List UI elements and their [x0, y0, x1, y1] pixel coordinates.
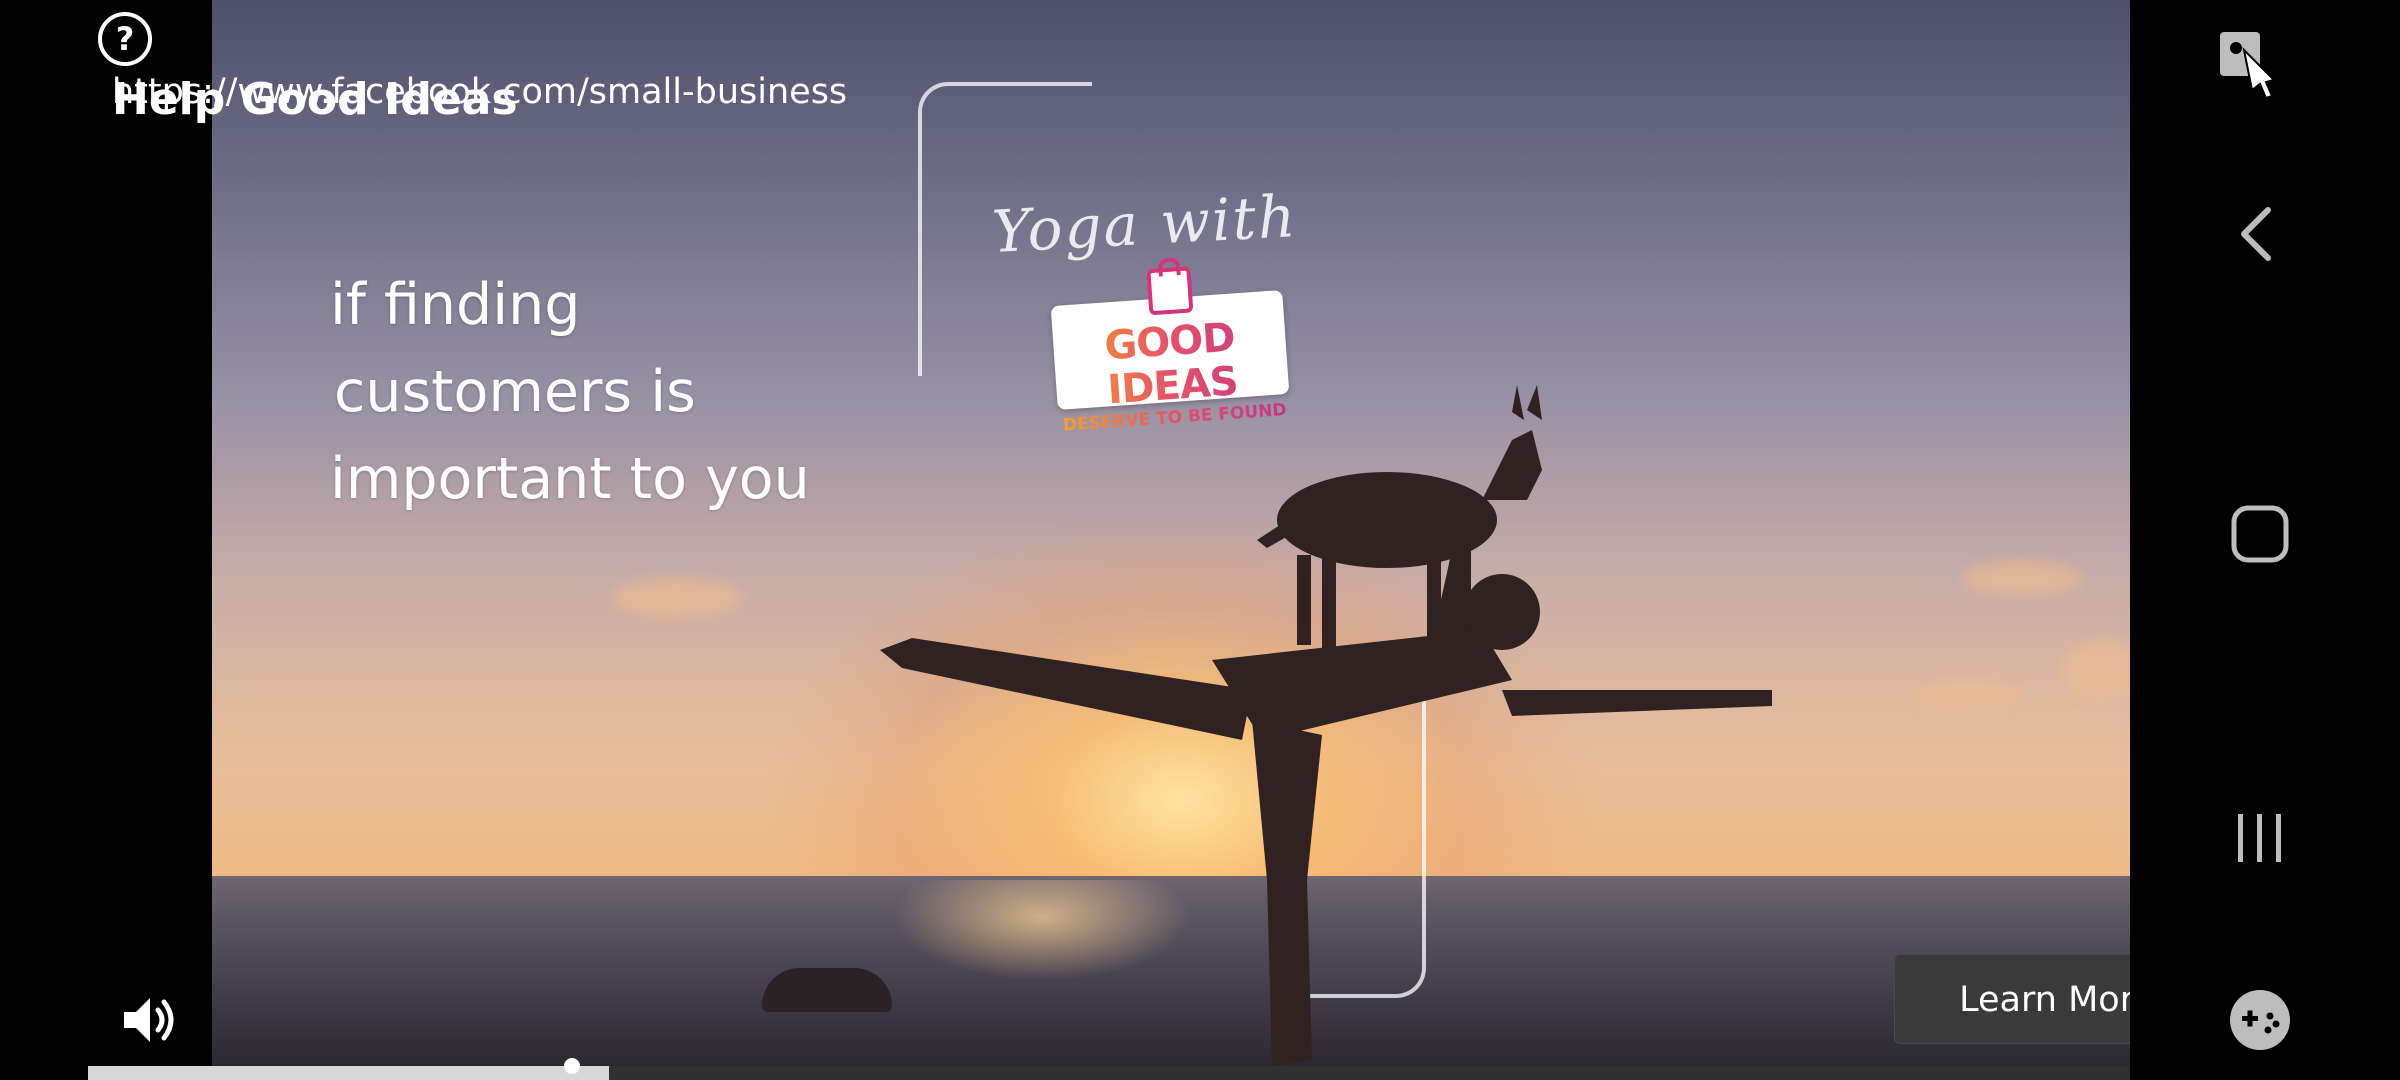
game-controller-icon[interactable] [2212, 972, 2308, 1068]
ad-url: https://www.facebook.com/small-business [112, 72, 848, 112]
video-progress-fill [88, 1066, 609, 1080]
recents-icon[interactable] [2212, 790, 2308, 886]
accessibility-icon[interactable] [2212, 22, 2308, 118]
headline-line-3: important to you [330, 446, 810, 512]
system-nav-bar [2130, 0, 2400, 1080]
volume-icon[interactable] [118, 990, 178, 1050]
help-circle-icon[interactable]: ? [98, 12, 152, 66]
back-chevron-icon[interactable] [2212, 186, 2308, 282]
headline-line-1: if finding [330, 272, 581, 338]
headline-line-2: customers is [334, 359, 696, 425]
yoga-goat-silhouette [880, 385, 1772, 1066]
screen: Yoga with GOOD IDEAS DESERVE TO BE FOUND [0, 0, 2400, 1080]
ad-video[interactable]: Yoga with GOOD IDEAS DESERVE TO BE FOUND [212, 0, 2130, 1066]
home-icon[interactable] [2212, 486, 2308, 582]
video-progress-bar[interactable] [88, 1058, 2130, 1080]
ad-headline: if finding customers is important to you [324, 262, 884, 523]
